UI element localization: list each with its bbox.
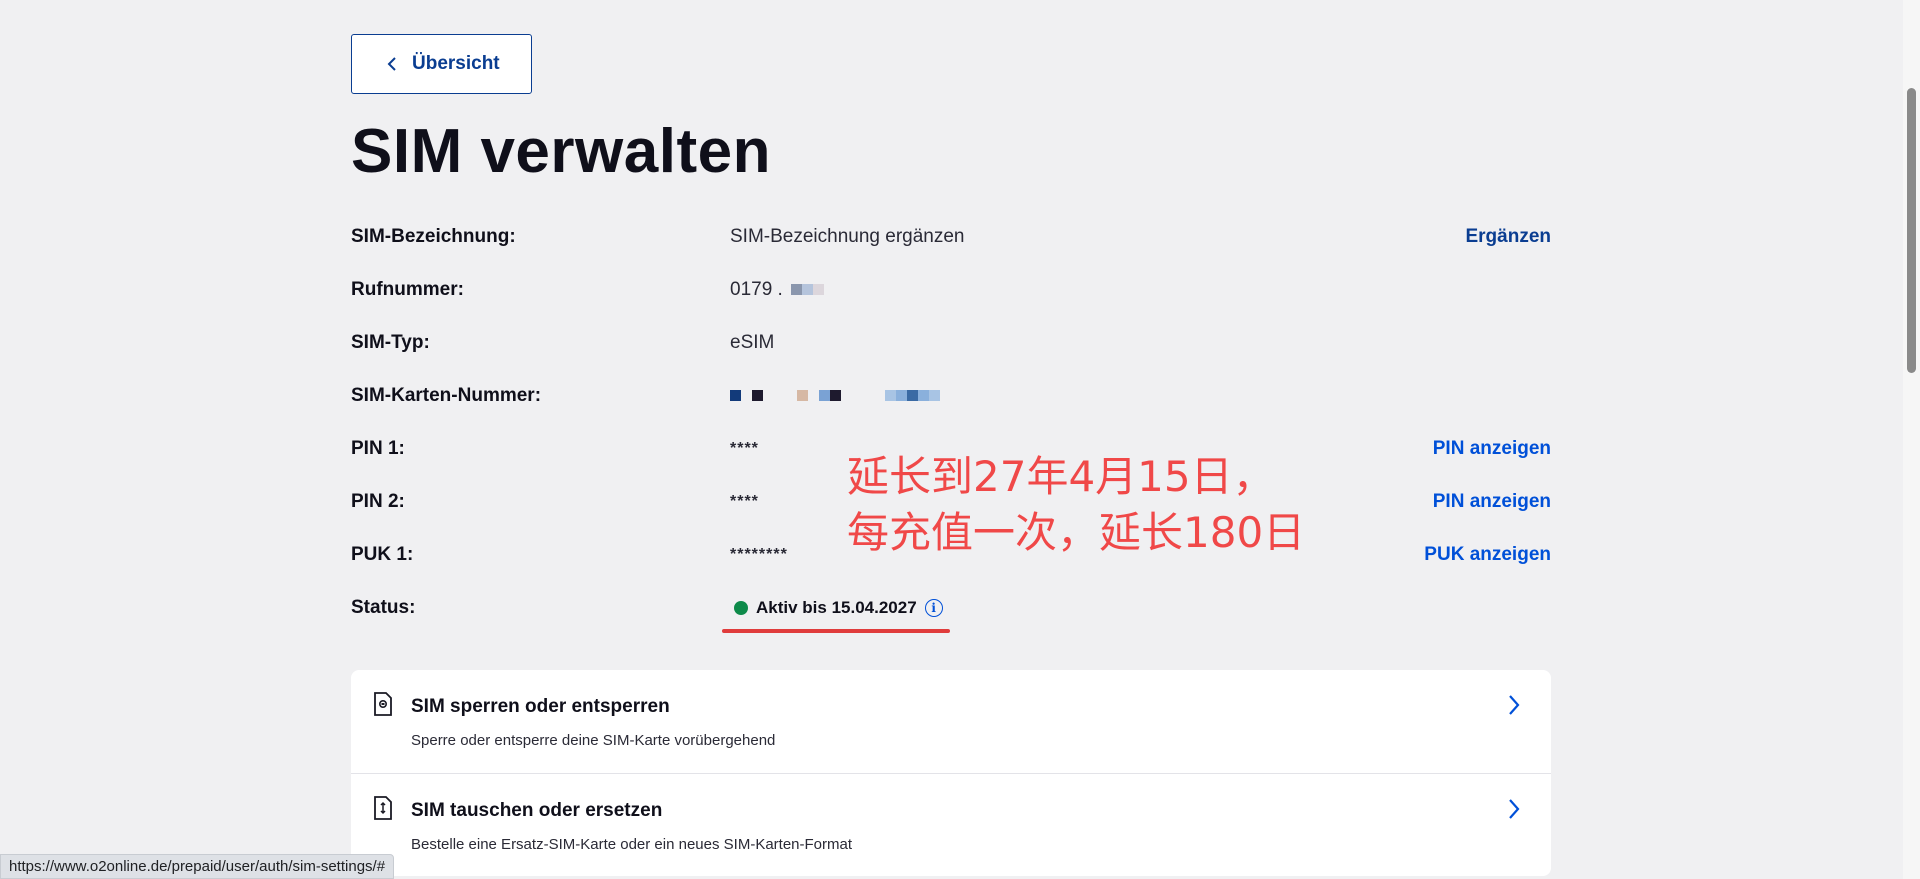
- status-label: Status:: [351, 596, 416, 618]
- sim-card-number-label: SIM-Karten-Nummer:: [351, 384, 542, 406]
- scrollbar-thumb[interactable]: [1907, 88, 1916, 373]
- show-puk1-link[interactable]: PUK anzeigen: [1424, 544, 1551, 566]
- chevron-right-icon: [1509, 799, 1520, 819]
- sim-type-label: SIM-Typ:: [351, 331, 430, 353]
- pin1-value: ****: [730, 439, 759, 457]
- status-value: Aktiv bis 15.04.2027 i: [722, 597, 950, 633]
- row-status: Status: Aktiv bis 15.04.2027 i: [351, 581, 1551, 634]
- card-sim-lock-title: SIM sperren oder entsperren: [411, 696, 670, 718]
- sim-name-value: SIM-Bezeichnung ergänzen: [730, 225, 965, 247]
- chevron-right-icon: [1509, 695, 1520, 715]
- back-overview-button[interactable]: Übersicht: [351, 34, 532, 94]
- card-sim-lock[interactable]: SIM sperren oder entsperren Sperre oder …: [351, 670, 1551, 773]
- sim-actions-card-list: SIM sperren oder entsperren Sperre oder …: [351, 670, 1551, 877]
- sim-details: SIM-Bezeichnung: SIM-Bezeichnung ergänze…: [351, 210, 1551, 634]
- status-underline-annotation: [722, 628, 950, 633]
- pin1-label: PIN 1:: [351, 437, 405, 459]
- browser-status-url: https://www.o2online.de/prepaid/user/aut…: [0, 854, 395, 879]
- sim-card-number-redacted: [730, 390, 940, 402]
- phone-number-redacted: [790, 284, 824, 296]
- card-sim-lock-description: Sperre oder entsperre deine SIM-Karte vo…: [411, 732, 776, 750]
- row-sim-type: SIM-Typ: eSIM: [351, 316, 1551, 369]
- phone-number-prefix: 0179 .: [730, 278, 783, 300]
- chevron-left-icon: [387, 57, 396, 71]
- sim-swap-icon: [374, 796, 392, 821]
- pin2-value: ****: [730, 492, 759, 510]
- pin2-label: PIN 2:: [351, 490, 405, 512]
- back-button-label: Übersicht: [412, 53, 500, 74]
- phone-number-value: 0179 .: [730, 279, 824, 301]
- sim-name-label: SIM-Bezeichnung:: [351, 225, 516, 247]
- sim-type-value: eSIM: [730, 331, 775, 353]
- sim-lock-icon: [374, 692, 392, 717]
- card-sim-swap-title: SIM tauschen oder ersetzen: [411, 800, 663, 822]
- page-title: SIM verwalten: [351, 117, 771, 186]
- card-sim-swap-description: Bestelle eine Ersatz-SIM-Karte oder ein …: [411, 836, 853, 854]
- vertical-scrollbar[interactable]: [1903, 0, 1920, 879]
- status-active-dot: [734, 600, 748, 615]
- row-sim-name: SIM-Bezeichnung: SIM-Bezeichnung ergänze…: [351, 210, 1551, 263]
- show-pin2-link[interactable]: PIN anzeigen: [1433, 491, 1551, 513]
- annotation-line-1: 延长到27年4月15日，: [847, 452, 1275, 501]
- card-sim-swap[interactable]: SIM tauschen oder ersetzen Bestelle eine…: [351, 773, 1551, 876]
- puk1-label: PUK 1:: [351, 543, 414, 565]
- handwritten-annotation: 延长到27年4月15日， 每充值一次，延长180日: [847, 449, 1305, 561]
- annotation-line-2: 每充值一次，延长180日: [847, 508, 1306, 557]
- add-sim-name-link[interactable]: Ergänzen: [1465, 226, 1551, 248]
- row-sim-card-number: SIM-Karten-Nummer:: [351, 369, 1551, 422]
- phone-number-label: Rufnummer:: [351, 278, 464, 300]
- info-icon[interactable]: i: [924, 598, 943, 617]
- show-pin1-link[interactable]: PIN anzeigen: [1433, 438, 1551, 460]
- status-text: Aktiv bis 15.04.2027: [756, 597, 917, 617]
- puk1-value: ********: [730, 545, 788, 563]
- row-phone-number: Rufnummer: 0179 .: [351, 263, 1551, 316]
